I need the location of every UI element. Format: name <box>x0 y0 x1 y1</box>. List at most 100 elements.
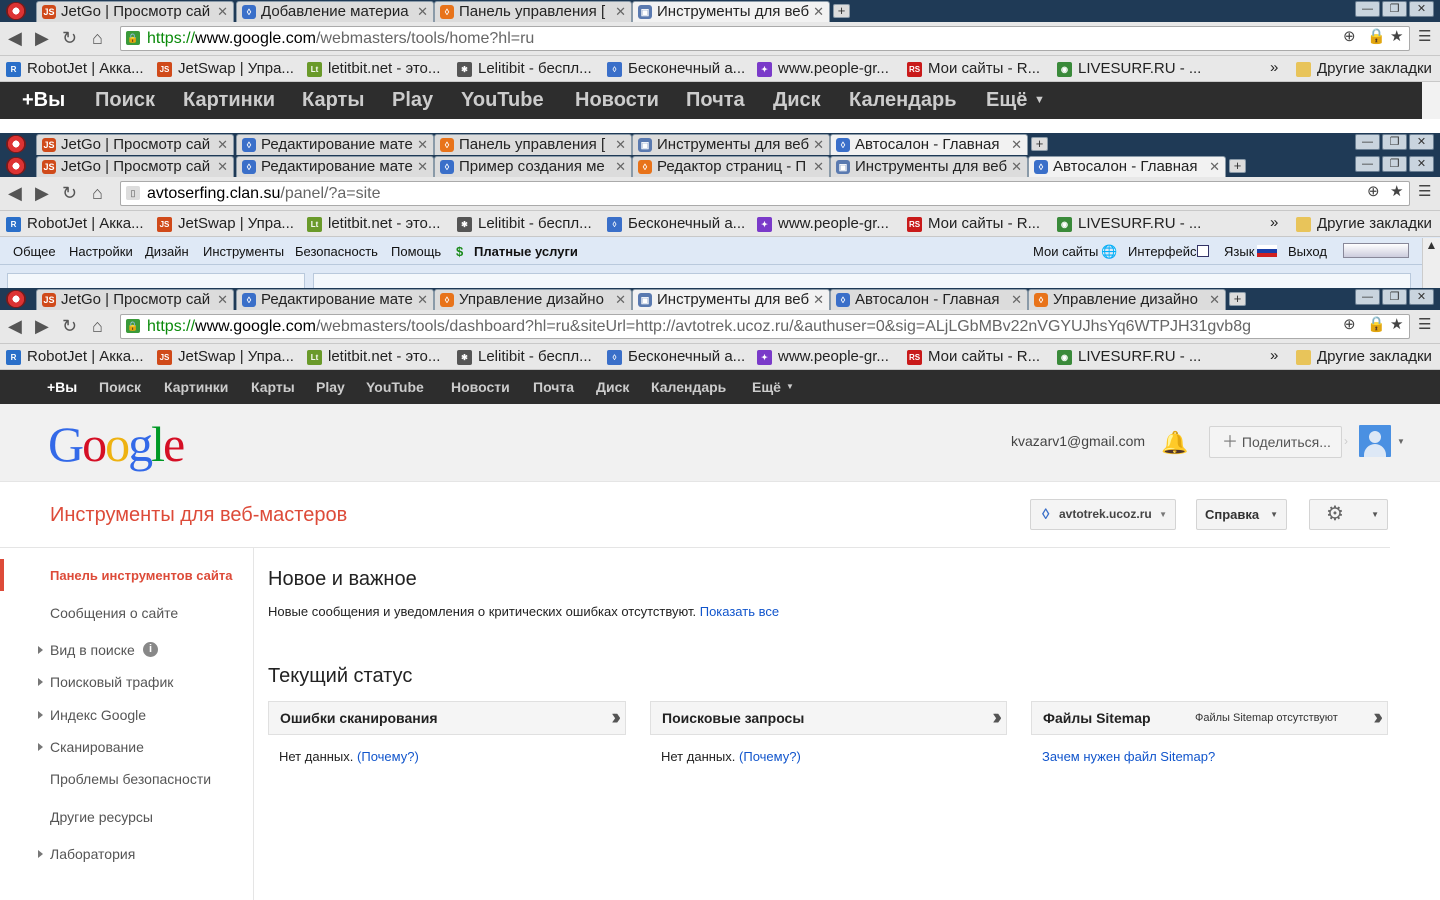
tab-close-icon[interactable]: ✕ <box>217 2 228 22</box>
new-tab-button[interactable]: + <box>1229 159 1246 173</box>
tab-close-icon[interactable]: ✕ <box>1209 290 1220 310</box>
gbar-more[interactable]: Ещё <box>986 82 1027 119</box>
sidebar-item-other-resources[interactable]: Другие ресурсы <box>50 809 153 825</box>
bookmarks-overflow[interactable]: » <box>1270 214 1278 231</box>
bookmark-item[interactable]: ✦ www.people-gr... <box>757 59 889 79</box>
forward-icon[interactable]: ▶ <box>35 29 49 47</box>
gbar-search[interactable]: Поиск <box>99 370 141 404</box>
tab-design-management-2[interactable]: ◊ Управление дизайно ✕ <box>1028 289 1226 310</box>
notifications-bell-icon[interactable]: 🔔 <box>1161 430 1188 456</box>
other-bookmarks[interactable]: Другие закладки <box>1296 347 1432 367</box>
ucoz-my-sites[interactable]: Мои сайты <box>1033 244 1098 259</box>
tab-edit-material[interactable]: ◊ Редактирование мате ✕ <box>236 156 434 177</box>
ucoz-interface[interactable]: Интерфейс <box>1128 244 1196 259</box>
wrench-icon[interactable]: ☰ <box>1418 182 1431 200</box>
gbar-play[interactable]: Play <box>316 370 345 404</box>
gbar-news[interactable]: Новости <box>451 370 510 404</box>
tab-autosalon[interactable]: ◊ Автосалон - Главная ✕ <box>830 289 1028 310</box>
gbar-images[interactable]: Картинки <box>183 82 275 119</box>
tab-jetgo[interactable]: JS JetGo | Просмотр сай ✕ <box>36 134 234 155</box>
bookmark-item[interactable]: ◉ LIVESURF.RU - ... <box>1057 214 1201 234</box>
bookmark-item[interactable]: R RobotJet | Акка... <box>6 347 144 367</box>
maximize-button[interactable]: ❐ <box>1382 1 1407 17</box>
reload-icon[interactable]: ↻ <box>62 29 77 47</box>
slider-control[interactable] <box>1343 243 1409 258</box>
bookmark-star-icon[interactable]: ★ <box>1390 182 1403 200</box>
ucoz-language[interactable]: Язык <box>1224 244 1254 259</box>
show-all-link[interactable]: Показать все <box>700 604 779 619</box>
gbar-news[interactable]: Новости <box>575 82 659 119</box>
tab-jetgo[interactable]: JS JetGo | Просмотр сай ✕ <box>36 1 234 22</box>
bookmark-star-icon[interactable]: ★ <box>1390 27 1403 45</box>
browser-menu-icon[interactable] <box>6 290 26 308</box>
home-icon[interactable]: ⌂ <box>92 317 103 335</box>
tab-close-icon[interactable]: ✕ <box>615 157 626 177</box>
tab-webmaster-tools[interactable]: ▣ Инструменты для веб ✕ <box>830 156 1028 177</box>
gbar-calendar[interactable]: Календарь <box>651 370 726 404</box>
ucoz-logout[interactable]: Выход <box>1288 244 1327 259</box>
tab-autosalon[interactable]: ◊ Автосалон - Главная ✕ <box>830 134 1028 155</box>
tab-webmaster-tools[interactable]: ▣ Инструменты для веб ✕ <box>632 289 830 310</box>
reload-icon[interactable]: ↻ <box>62 317 77 335</box>
gbar-more[interactable]: Ещё <box>752 370 781 404</box>
wrench-icon[interactable]: ☰ <box>1418 27 1431 45</box>
site-selector[interactable]: ◊ avtotrek.ucoz.ru ▼ <box>1030 499 1176 530</box>
sidebar-item-dashboard[interactable]: Панель инструментов сайта <box>50 568 243 583</box>
sitemaps-card[interactable]: Файлы Sitemap Файлы Sitemap отсутствуют … <box>1031 701 1388 735</box>
tab-control-panel[interactable]: ◊ Панель управления [✕ <box>434 1 632 22</box>
browser-menu-icon[interactable] <box>6 2 26 20</box>
close-window-button[interactable]: ✕ <box>1409 156 1434 172</box>
zoom-icon[interactable]: ⊕ <box>1343 315 1356 333</box>
minimize-button[interactable]: — <box>1355 156 1380 172</box>
forward-icon[interactable]: ▶ <box>35 184 49 202</box>
bookmark-item[interactable]: ✱ Lelitibit - беспл... <box>457 347 592 367</box>
tab-webmaster-tools[interactable]: ▣ Инструменты для веб ✕ <box>632 134 830 155</box>
sidebar-item-search-traffic[interactable]: Поисковый трафик <box>50 674 173 690</box>
reload-icon[interactable]: ↻ <box>62 184 77 202</box>
gbar-calendar[interactable]: Календарь <box>849 82 957 119</box>
back-icon[interactable]: ◀ <box>8 184 22 202</box>
back-icon[interactable]: ◀ <box>8 317 22 335</box>
gbar-play[interactable]: Play <box>392 82 433 119</box>
bookmark-item[interactable]: ✱ Lelitibit - беспл... <box>457 214 592 234</box>
maximize-button[interactable]: ❐ <box>1382 156 1407 172</box>
scroll-up-icon[interactable]: ▲ <box>1422 238 1440 288</box>
tab-design-management[interactable]: ◊ Управление дизайно ✕ <box>434 289 632 310</box>
ucoz-menu-security[interactable]: Безопасность <box>295 244 378 259</box>
bookmark-item[interactable]: ✱ Lelitibit - беспл... <box>457 59 592 79</box>
gbar-drive[interactable]: Диск <box>596 370 629 404</box>
bookmark-item[interactable]: JS JetSwap | Упра... <box>157 214 294 234</box>
gbar-images[interactable]: Картинки <box>164 370 228 404</box>
gbar-search[interactable]: Поиск <box>95 82 155 119</box>
tab-close-icon[interactable]: ✕ <box>813 290 824 310</box>
tab-close-icon[interactable]: ✕ <box>417 2 428 22</box>
tab-close-icon[interactable]: ✕ <box>217 135 228 155</box>
sidebar-item-security-issues[interactable]: Проблемы безопасности <box>50 771 211 787</box>
bookmark-item[interactable]: RS Мои сайты - R... <box>907 347 1040 367</box>
home-icon[interactable]: ⌂ <box>92 184 103 202</box>
bookmark-item[interactable]: ◊ Бесконечный а... <box>607 59 745 79</box>
minimize-button[interactable]: — <box>1355 1 1380 17</box>
tab-close-icon[interactable]: ✕ <box>615 290 626 310</box>
tab-close-icon[interactable]: ✕ <box>813 135 824 155</box>
tab-jetgo[interactable]: JS JetGo | Просмотр сай ✕ <box>36 289 234 310</box>
tab-close-icon[interactable]: ✕ <box>813 2 824 22</box>
gbar-mail[interactable]: Почта <box>533 370 574 404</box>
bookmark-item[interactable]: ✦ www.people-gr... <box>757 347 889 367</box>
why-link[interactable]: (Почему?) <box>357 749 419 764</box>
bookmark-item[interactable]: Lt letitbit.net - это... <box>307 59 440 79</box>
bookmark-star-icon[interactable]: ★ <box>1390 315 1403 333</box>
share-button[interactable]: ＋ Поделиться... <box>1209 426 1342 458</box>
wrench-icon[interactable]: ☰ <box>1418 315 1431 333</box>
url-field[interactable]: 🔒 https://www.google.com/webmasters/tools… <box>120 314 1410 339</box>
tab-close-icon[interactable]: ✕ <box>1011 135 1022 155</box>
account-email[interactable]: kvazarv1@gmail.com <box>1011 433 1145 449</box>
tab-close-icon[interactable]: ✕ <box>417 290 428 310</box>
bookmark-item[interactable]: JS JetSwap | Упра... <box>157 347 294 367</box>
crawl-errors-card[interactable]: Ошибки сканирования ›› <box>268 701 626 735</box>
minimize-button[interactable]: — <box>1355 134 1380 150</box>
tab-close-icon[interactable]: ✕ <box>1209 157 1220 177</box>
tab-autosalon[interactable]: ◊ Автосалон - Главная ✕ <box>1028 156 1226 177</box>
browser-menu-icon[interactable] <box>6 135 26 153</box>
ucoz-menu-help[interactable]: Помощь <box>391 244 441 259</box>
